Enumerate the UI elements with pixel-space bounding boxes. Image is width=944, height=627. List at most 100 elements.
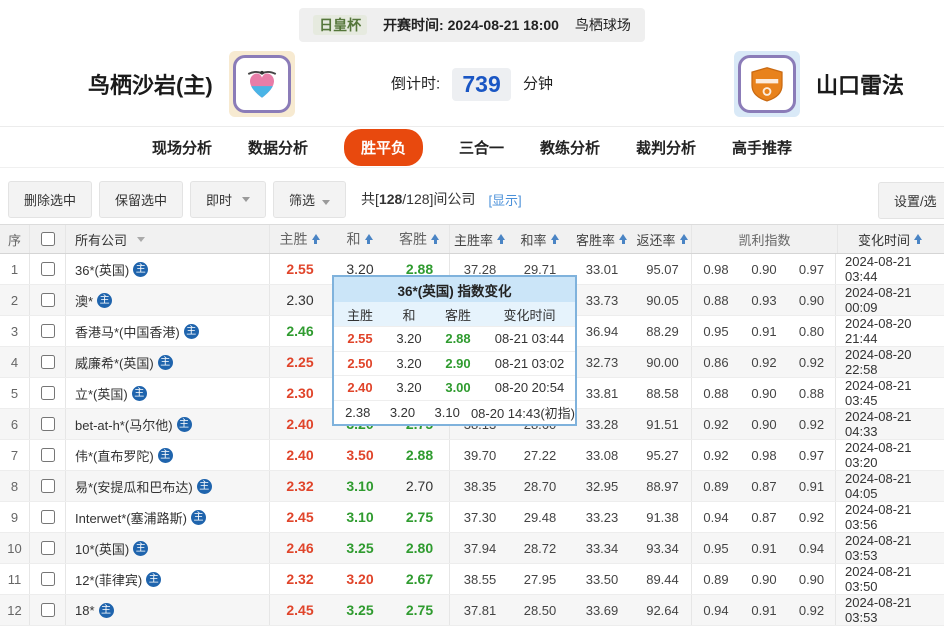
company-cell[interactable]: 36*(英国) 主 (66, 254, 270, 284)
draw-rate: 28.50 (523, 602, 557, 618)
header-home-rate[interactable]: 主胜率 (450, 225, 510, 253)
kelly-home: 0.86 (703, 354, 729, 370)
match-info-bar: 日皇杯 开赛时间: 2024-08-21 18:00 鸟栖球场 (0, 8, 944, 42)
home-odds[interactable]: 2.30 (270, 285, 330, 315)
company-cell[interactable]: bet-at-h*(马尔他) 主 (66, 409, 270, 439)
home-odds[interactable]: 2.45 (270, 502, 330, 532)
draw-rate: 28.70 (523, 478, 557, 494)
away-odds[interactable]: 2.75 (390, 502, 450, 532)
draw-odds[interactable]: 3.20 (330, 564, 390, 594)
row-checkbox[interactable] (40, 572, 55, 586)
tab-6[interactable]: 裁判分析 (636, 137, 696, 158)
sort-asc-icon (619, 233, 628, 245)
home-odds[interactable]: 2.30 (270, 378, 330, 408)
row-checkbox[interactable] (40, 479, 55, 493)
row-checkbox[interactable] (40, 510, 55, 524)
home-odds[interactable]: 2.40 (270, 409, 330, 439)
away-odds[interactable]: 2.70 (390, 471, 450, 501)
kelly-home: 0.89 (703, 571, 729, 587)
home-odds[interactable]: 2.32 (270, 564, 330, 594)
header-change-time[interactable]: 变化时间 (838, 225, 943, 253)
change-time: 2024-08-21 03:44 (845, 254, 912, 284)
kickoff-time: 2024-08-21 18:00 (447, 17, 559, 33)
row-index: 10 (0, 533, 30, 563)
draw-odds[interactable]: 3.10 (330, 471, 390, 501)
row-checkbox[interactable] (40, 293, 55, 307)
popup-draw-odds: 3.20 (389, 404, 416, 420)
tab-5[interactable]: 教练分析 (540, 137, 600, 158)
home-odds[interactable]: 2.55 (270, 254, 330, 284)
header-away-rate[interactable]: 客胜率 (570, 225, 634, 253)
company-name: 易*(安提瓜和巴布达) (75, 479, 193, 495)
sort-asc-icon (431, 233, 440, 245)
home-odds[interactable]: 2.32 (270, 471, 330, 501)
header-away[interactable]: 客胜 (390, 225, 450, 253)
home-odds[interactable]: 2.46 (270, 533, 330, 563)
time-filter-dropdown[interactable]: 即时 (190, 180, 267, 218)
draw-odds[interactable]: 3.50 (330, 440, 390, 470)
company-cell[interactable]: 易*(安提瓜和巴布达) 主 (66, 471, 270, 501)
row-checkbox[interactable] (40, 262, 55, 276)
header-draw-rate[interactable]: 和率 (510, 225, 570, 253)
row-checkbox-cell (30, 564, 66, 594)
show-link[interactable]: [显示] (488, 190, 521, 209)
tab-4[interactable]: 三合一 (459, 137, 504, 158)
home-odds[interactable]: 2.40 (270, 440, 330, 470)
away-odds[interactable]: 2.80 (390, 533, 450, 563)
company-cell[interactable]: 10*(英国) 主 (66, 533, 270, 563)
filter-dropdown[interactable]: 筛选 (273, 180, 347, 218)
company-cell[interactable]: 立*(英国) 主 (66, 378, 270, 408)
home-odds[interactable]: 2.46 (270, 316, 330, 346)
popup-body: 2.55 3.20 2.88 08-21 03:44 2.50 3.20 2.90 08-21… (334, 326, 575, 424)
kelly-away: 0.92 (788, 409, 836, 439)
row-checkbox[interactable] (40, 417, 55, 431)
company-cell[interactable]: 威廉希*(英国) 主 (66, 347, 270, 377)
away-rate: 32.95 (585, 478, 619, 494)
keep-selected-button[interactable]: 保留选中 (99, 180, 184, 218)
row-index: 11 (0, 564, 30, 594)
header-company[interactable]: 所有公司 (66, 225, 270, 253)
header-return-rate[interactable]: 返还率 (634, 225, 692, 253)
tab-7[interactable]: 高手推荐 (732, 137, 792, 158)
select-all-checkbox[interactable] (40, 232, 55, 246)
popup-home-odds: 2.38 (345, 404, 371, 420)
draw-odds[interactable]: 3.25 (330, 595, 390, 625)
draw-odds[interactable]: 3.25 (330, 533, 390, 563)
company-cell[interactable]: 18* 主 (66, 595, 270, 625)
popup-away-odds: 2.88 (445, 331, 471, 347)
kelly-away: 0.92 (788, 502, 836, 532)
home-odds[interactable]: 2.25 (270, 347, 330, 377)
draw-odds[interactable]: 3.10 (330, 502, 390, 532)
delete-selected-button[interactable]: 删除选中 (8, 180, 93, 218)
home-odds[interactable]: 2.45 (270, 595, 330, 625)
away-odds[interactable]: 2.88 (390, 440, 450, 470)
row-checkbox[interactable] (40, 386, 55, 400)
home-rate: 39.70 (463, 447, 497, 463)
away-odds[interactable]: 2.67 (390, 564, 450, 594)
home-badge-icon: 主 (97, 292, 113, 308)
company-cell[interactable]: 澳* 主 (66, 285, 270, 315)
countdown-unit: 分钟 (522, 75, 553, 93)
away-odds[interactable]: 2.75 (390, 595, 450, 625)
home-badge-icon: 主 (131, 385, 147, 401)
sort-asc-icon (679, 233, 689, 245)
header-home[interactable]: 主胜 (270, 225, 330, 253)
company-cell[interactable]: Interwet*(塞浦路斯) 主 (66, 502, 270, 532)
row-checkbox[interactable] (40, 324, 55, 338)
row-checkbox[interactable] (40, 541, 55, 555)
row-checkbox[interactable] (40, 603, 55, 617)
popup-title: 36*(英国) 指数变化 (334, 277, 575, 302)
row-checkbox[interactable] (40, 355, 55, 369)
tab-3[interactable]: 胜平负 (343, 128, 423, 166)
change-time: 2024-08-21 03:45 (845, 378, 912, 408)
tab-1[interactable]: 现场分析 (152, 137, 212, 158)
header-draw[interactable]: 和 (330, 225, 390, 253)
company-name: 10*(英国) (75, 541, 130, 557)
company-cell[interactable]: 香港马*(中国香港) 主 (66, 316, 270, 346)
row-checkbox[interactable] (40, 448, 55, 462)
company-cell[interactable]: 12*(菲律宾) 主 (66, 564, 270, 594)
tab-2[interactable]: 数据分析 (248, 137, 308, 158)
settings-button[interactable]: 设置/选 (878, 182, 944, 219)
row-index: 3 (0, 316, 30, 346)
company-cell[interactable]: 伟*(直布罗陀) 主 (66, 440, 270, 470)
